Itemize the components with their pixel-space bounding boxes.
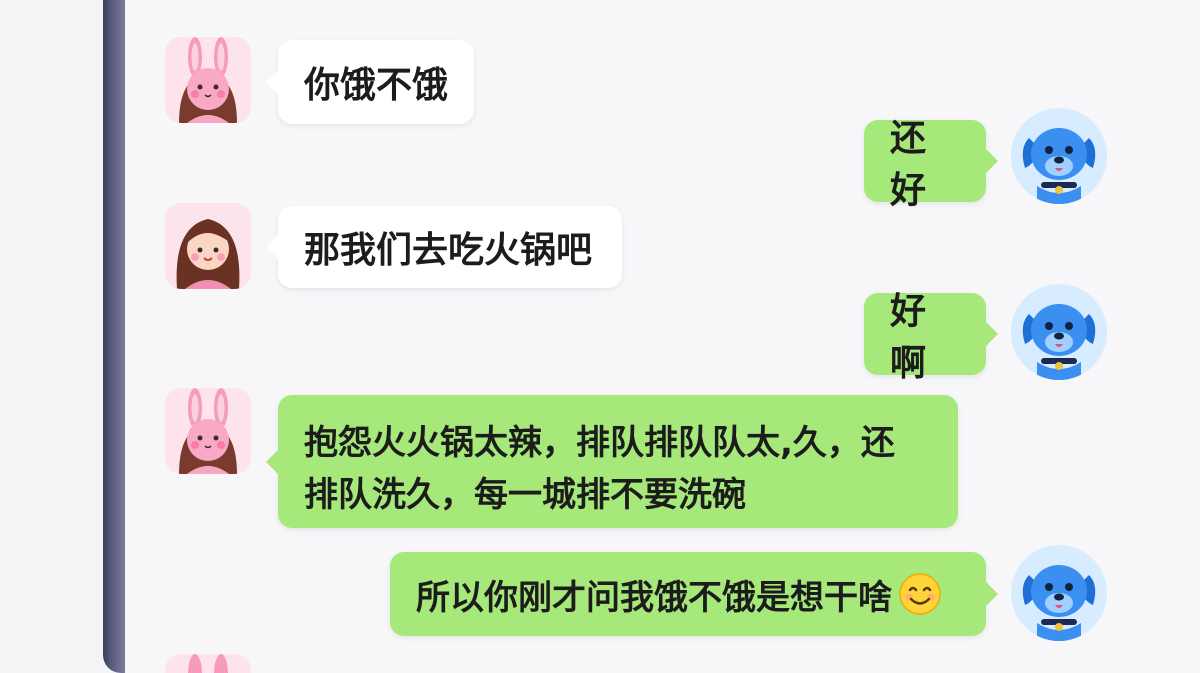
bunny-icon — [165, 37, 251, 123]
bunny-icon — [165, 654, 251, 673]
dog-icon — [1011, 284, 1107, 380]
message-bubble-5[interactable]: 抱怨火火锅太辣，排队排队队太,久，还 排队洗久，每一城排不要洗碗 — [266, 395, 958, 528]
smiling-face-emoji-icon — [899, 573, 941, 615]
bunny-avatar[interactable] — [165, 37, 251, 123]
bunny-avatar-partial[interactable] — [165, 654, 251, 673]
message-bubble-2[interactable]: 还好 — [864, 118, 998, 211]
girl-icon — [165, 203, 251, 289]
message-bubble-4[interactable]: 好啊 — [864, 291, 998, 384]
dog-avatar[interactable] — [1011, 284, 1107, 380]
girl-avatar[interactable] — [165, 203, 251, 289]
dog-icon — [1011, 108, 1107, 204]
message-text: 还好 — [890, 118, 927, 211]
message-text: 所以你刚才问我饿不饿是想干啥 — [416, 577, 892, 618]
message-text: 你饿不饿 — [304, 65, 449, 106]
message-bubble-3[interactable]: 那我们去吃火锅吧 — [266, 206, 622, 288]
dog-avatar[interactable] — [1011, 108, 1107, 204]
message-text: 好啊 — [890, 291, 927, 384]
bunny-icon — [165, 388, 251, 474]
dog-avatar[interactable] — [1011, 545, 1107, 641]
message-bubble-6[interactable]: 所以你刚才问我饿不饿是想干啥 — [390, 552, 998, 636]
bunny-avatar[interactable] — [165, 388, 251, 474]
message-bubble-1[interactable]: 你饿不饿 — [266, 40, 474, 124]
message-text-line-1: 抱怨火火锅太辣，排队排队队太,久，还 — [304, 423, 895, 463]
message-text-line-2: 排队洗久，每一城排不要洗碗 — [304, 475, 746, 515]
phone-frame-edge — [103, 0, 125, 673]
dog-icon — [1011, 545, 1107, 641]
message-text: 那我们去吃火锅吧 — [304, 230, 593, 271]
